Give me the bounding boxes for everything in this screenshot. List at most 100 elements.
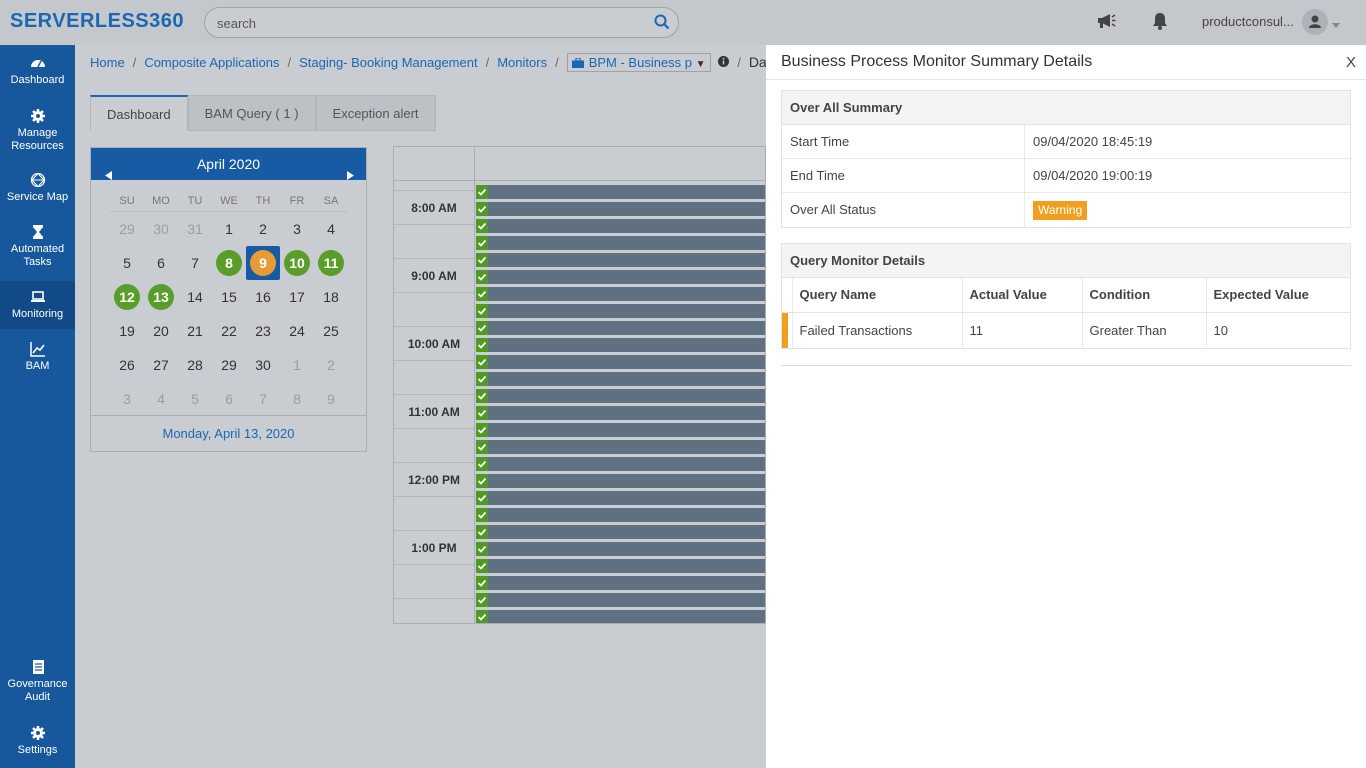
breadcrumb-staging[interactable]: Staging- Booking Management <box>299 55 478 70</box>
calendar-day[interactable]: 19 <box>110 314 144 348</box>
sidebar-item-monitoring[interactable]: Monitoring <box>0 281 75 329</box>
calendar-day-marked[interactable]: 9 <box>246 246 280 280</box>
schedule-event-bar[interactable] <box>476 474 765 488</box>
schedule-event-bar[interactable] <box>476 389 765 403</box>
sidebar-item-service-map[interactable]: Service Map <box>0 172 75 206</box>
calendar-day[interactable]: 28 <box>178 348 212 382</box>
search-icon[interactable] <box>654 14 670 33</box>
calendar-day[interactable]: 14 <box>178 280 212 314</box>
calendar-day[interactable]: 7 <box>178 246 212 280</box>
calendar-day[interactable]: 1 <box>280 348 314 382</box>
check-icon <box>476 423 488 437</box>
schedule-event-bar[interactable] <box>476 576 765 590</box>
close-button[interactable]: X <box>1346 54 1356 71</box>
sidebar-item-settings[interactable]: Settings <box>0 725 75 761</box>
calendar-day[interactable]: 21 <box>178 314 212 348</box>
calendar-day[interactable]: 7 <box>246 382 280 416</box>
tab-bam-query[interactable]: BAM Query ( 1 ) <box>187 95 316 131</box>
calendar-day-marked[interactable]: 10 <box>280 246 314 280</box>
calendar-day[interactable]: 4 <box>314 212 348 246</box>
megaphone-icon[interactable] <box>1096 12 1116 33</box>
calendar-day-marked[interactable]: 13 <box>144 280 178 314</box>
calendar-day[interactable]: 25 <box>314 314 348 348</box>
breadcrumb-composite-applications[interactable]: Composite Applications <box>144 55 279 70</box>
calendar-day[interactable]: 18 <box>314 280 348 314</box>
column-divider <box>1024 193 1025 227</box>
calendar-day[interactable]: 8 <box>280 382 314 416</box>
chevron-right-icon[interactable] <box>347 159 354 191</box>
schedule-event-bar[interactable] <box>476 355 765 369</box>
calendar-day[interactable]: 6 <box>212 382 246 416</box>
schedule-event-bar[interactable] <box>476 236 765 250</box>
tab-exception-alert[interactable]: Exception alert <box>315 95 436 131</box>
sidebar-item-bam[interactable]: BAM <box>0 341 75 375</box>
calendar-day[interactable]: 3 <box>110 382 144 416</box>
sidebar-item-automated-tasks[interactable]: Automated Tasks <box>0 224 75 272</box>
calendar-day[interactable]: 9 <box>314 382 348 416</box>
schedule-event-bar[interactable] <box>476 457 765 471</box>
schedule-event-bar[interactable] <box>476 610 765 623</box>
calendar-day[interactable]: 15 <box>212 280 246 314</box>
calendar-day[interactable]: 2 <box>314 348 348 382</box>
info-icon[interactable] <box>718 55 730 70</box>
schedule-event-bar[interactable] <box>476 525 765 539</box>
avatar[interactable] <box>1302 9 1328 35</box>
schedule-event-bar[interactable] <box>476 542 765 556</box>
schedule-event-bar[interactable] <box>476 202 765 216</box>
calendar-day[interactable]: 30 <box>246 348 280 382</box>
calendar-selected-date[interactable]: Monday, April 13, 2020 <box>91 415 366 451</box>
calendar-day[interactable]: 24 <box>280 314 314 348</box>
schedule-event-bar[interactable] <box>476 508 765 522</box>
app-logo[interactable]: SERVERLESS360 <box>10 10 184 33</box>
schedule-event-bar[interactable] <box>476 270 765 284</box>
calendar-day[interactable]: 29 <box>110 212 144 246</box>
calendar-day[interactable]: 3 <box>280 212 314 246</box>
calendar-day-marked[interactable]: 11 <box>314 246 348 280</box>
calendar-day[interactable]: 5 <box>110 246 144 280</box>
schedule-event-bar[interactable] <box>476 423 765 437</box>
schedule-event-bar[interactable] <box>476 372 765 386</box>
calendar-day[interactable]: 23 <box>246 314 280 348</box>
chevron-left-icon[interactable] <box>105 159 112 191</box>
calendar-day[interactable]: 6 <box>144 246 178 280</box>
user-name[interactable]: productconsul... <box>1202 14 1294 29</box>
breadcrumb-home[interactable]: Home <box>90 55 125 70</box>
calendar-day[interactable]: 17 <box>280 280 314 314</box>
tab-dashboard[interactable]: Dashboard <box>90 95 188 131</box>
schedule-event-bar[interactable] <box>476 440 765 454</box>
schedule-event-bar[interactable] <box>476 304 765 318</box>
schedule-event-bar[interactable] <box>476 491 765 505</box>
monitor-select[interactable]: BPM - Business p ▼ <box>566 53 711 72</box>
sidebar-item-governance-audit[interactable]: Governance Audit <box>0 659 75 707</box>
schedule-event-bar[interactable] <box>476 321 765 335</box>
calendar-day[interactable]: 22 <box>212 314 246 348</box>
calendar-day[interactable]: 16 <box>246 280 280 314</box>
calendar-day-marked[interactable]: 12 <box>110 280 144 314</box>
calendar-day[interactable]: 29 <box>212 348 246 382</box>
calendar-day[interactable]: 5 <box>178 382 212 416</box>
sidebar-item-manage-resources[interactable]: Manage Resources <box>0 108 75 158</box>
schedule-event-bar[interactable] <box>476 593 765 607</box>
bell-icon[interactable] <box>1152 12 1168 33</box>
calendar-day[interactable]: 2 <box>246 212 280 246</box>
sidebar-item-dashboard[interactable]: Dashboard <box>0 55 75 95</box>
calendar-day[interactable]: 27 <box>144 348 178 382</box>
calendar-day[interactable]: 4 <box>144 382 178 416</box>
calendar-day[interactable]: 31 <box>178 212 212 246</box>
chevron-down-icon[interactable] <box>1332 16 1340 31</box>
status-dot-success: 12 <box>114 284 140 310</box>
calendar-day[interactable]: 20 <box>144 314 178 348</box>
schedule-event-bar[interactable] <box>476 406 765 420</box>
breadcrumb-monitors[interactable]: Monitors <box>497 55 547 70</box>
schedule-event-bar[interactable] <box>476 253 765 267</box>
schedule-event-bar[interactable] <box>476 219 765 233</box>
schedule-event-bar[interactable] <box>476 287 765 301</box>
schedule-event-bar[interactable] <box>476 338 765 352</box>
calendar-day[interactable]: 30 <box>144 212 178 246</box>
schedule-event-bar[interactable] <box>476 559 765 573</box>
search-input[interactable] <box>217 14 637 32</box>
calendar-day[interactable]: 26 <box>110 348 144 382</box>
schedule-event-bar[interactable] <box>476 185 765 199</box>
calendar-day-marked[interactable]: 8 <box>212 246 246 280</box>
calendar-day[interactable]: 1 <box>212 212 246 246</box>
